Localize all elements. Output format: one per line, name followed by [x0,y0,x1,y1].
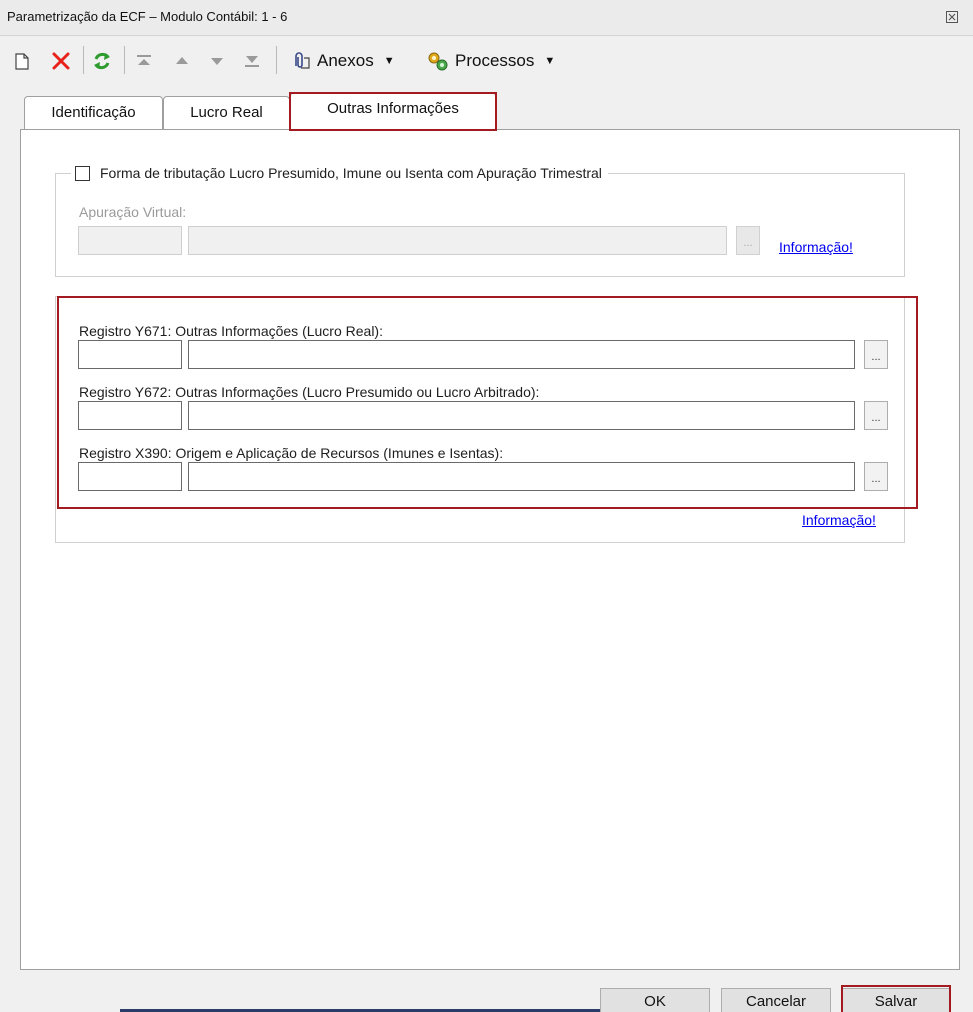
registro-x390-description-field[interactable] [188,462,855,491]
toolbar-separator [83,46,84,74]
registros-info-link[interactable]: Informação! [802,512,876,528]
move-last-button[interactable] [243,48,261,74]
toolbar: Anexos ▼ Processos ▼ [0,36,973,88]
trimestral-info-link[interactable]: Informação! [779,239,853,255]
registro-x390-lookup-button[interactable]: ... [864,462,888,491]
title-bar: Parametrização da ECF – Modulo Contábil:… [0,0,973,36]
move-up-button[interactable] [173,48,191,74]
move-up-icon [176,57,188,64]
paperclip-icon [295,52,310,69]
registro-y672-code-field[interactable] [78,401,182,430]
apuracao-description-field[interactable] [188,226,727,255]
move-first-button[interactable] [135,48,153,74]
new-document-icon [15,53,29,70]
save-button[interactable]: Salvar [842,988,950,1012]
registro-y671-description-field[interactable] [188,340,855,369]
registro-y671-label: Registro Y671: Outras Informações (Lucro… [79,323,383,339]
trimestral-group [55,173,905,277]
move-first-icon [137,55,151,65]
dialog-window: Parametrização da ECF – Modulo Contábil:… [0,0,973,1012]
anexos-menu-button[interactable]: Anexos ▼ [289,48,395,74]
processos-menu-button[interactable]: Processos ▼ [425,48,555,74]
registro-y671-code-field[interactable] [78,340,182,369]
registro-y672-label: Registro Y672: Outras Informações (Lucro… [79,384,540,400]
trimestral-checkbox-label: Forma de tributação Lucro Presumido, Imu… [100,165,602,181]
close-icon[interactable] [944,9,960,25]
tab-identificacao[interactable]: Identificação [24,96,163,130]
registro-y671-lookup-button[interactable]: ... [864,340,888,369]
trimestral-legend: Forma de tributação Lucro Presumido, Imu… [71,163,608,183]
processos-label: Processos [455,51,535,70]
tab-strip: Identificação Lucro Real Outras Informaç… [20,92,960,131]
registro-y672-lookup-button[interactable]: ... [864,401,888,430]
delete-icon [52,52,70,70]
registro-y672-description-field[interactable] [188,401,855,430]
trimestral-checkbox[interactable] [75,165,90,181]
refresh-icon [94,52,110,70]
toolbar-separator [276,46,277,74]
new-button[interactable] [13,48,31,74]
cancel-button[interactable]: Cancelar [721,988,831,1012]
tab-lucro-real[interactable]: Lucro Real [163,96,290,130]
gear-icon [428,52,448,71]
ok-button[interactable]: OK [600,988,710,1012]
apuracao-virtual-label: Apuração Virtual: [79,204,187,220]
move-down-icon [211,58,223,65]
registro-x390-label: Registro X390: Origem e Aplicação de Rec… [79,445,504,461]
move-last-icon [245,56,259,67]
anexos-label: Anexos [317,51,374,70]
apuracao-code-field[interactable] [78,226,182,255]
refresh-button[interactable] [91,48,113,74]
chevron-down-icon: ▼ [383,55,395,67]
move-down-button[interactable] [208,48,226,74]
apuracao-lookup-button[interactable]: ... [736,226,760,255]
delete-button[interactable] [50,48,72,74]
toolbar-separator [124,46,125,74]
window-title: Parametrização da ECF – Modulo Contábil:… [7,9,288,24]
chevron-down-icon: ▼ [544,55,556,67]
registro-x390-code-field[interactable] [78,462,182,491]
tab-outras-informacoes[interactable]: Outras Informações [290,92,496,131]
